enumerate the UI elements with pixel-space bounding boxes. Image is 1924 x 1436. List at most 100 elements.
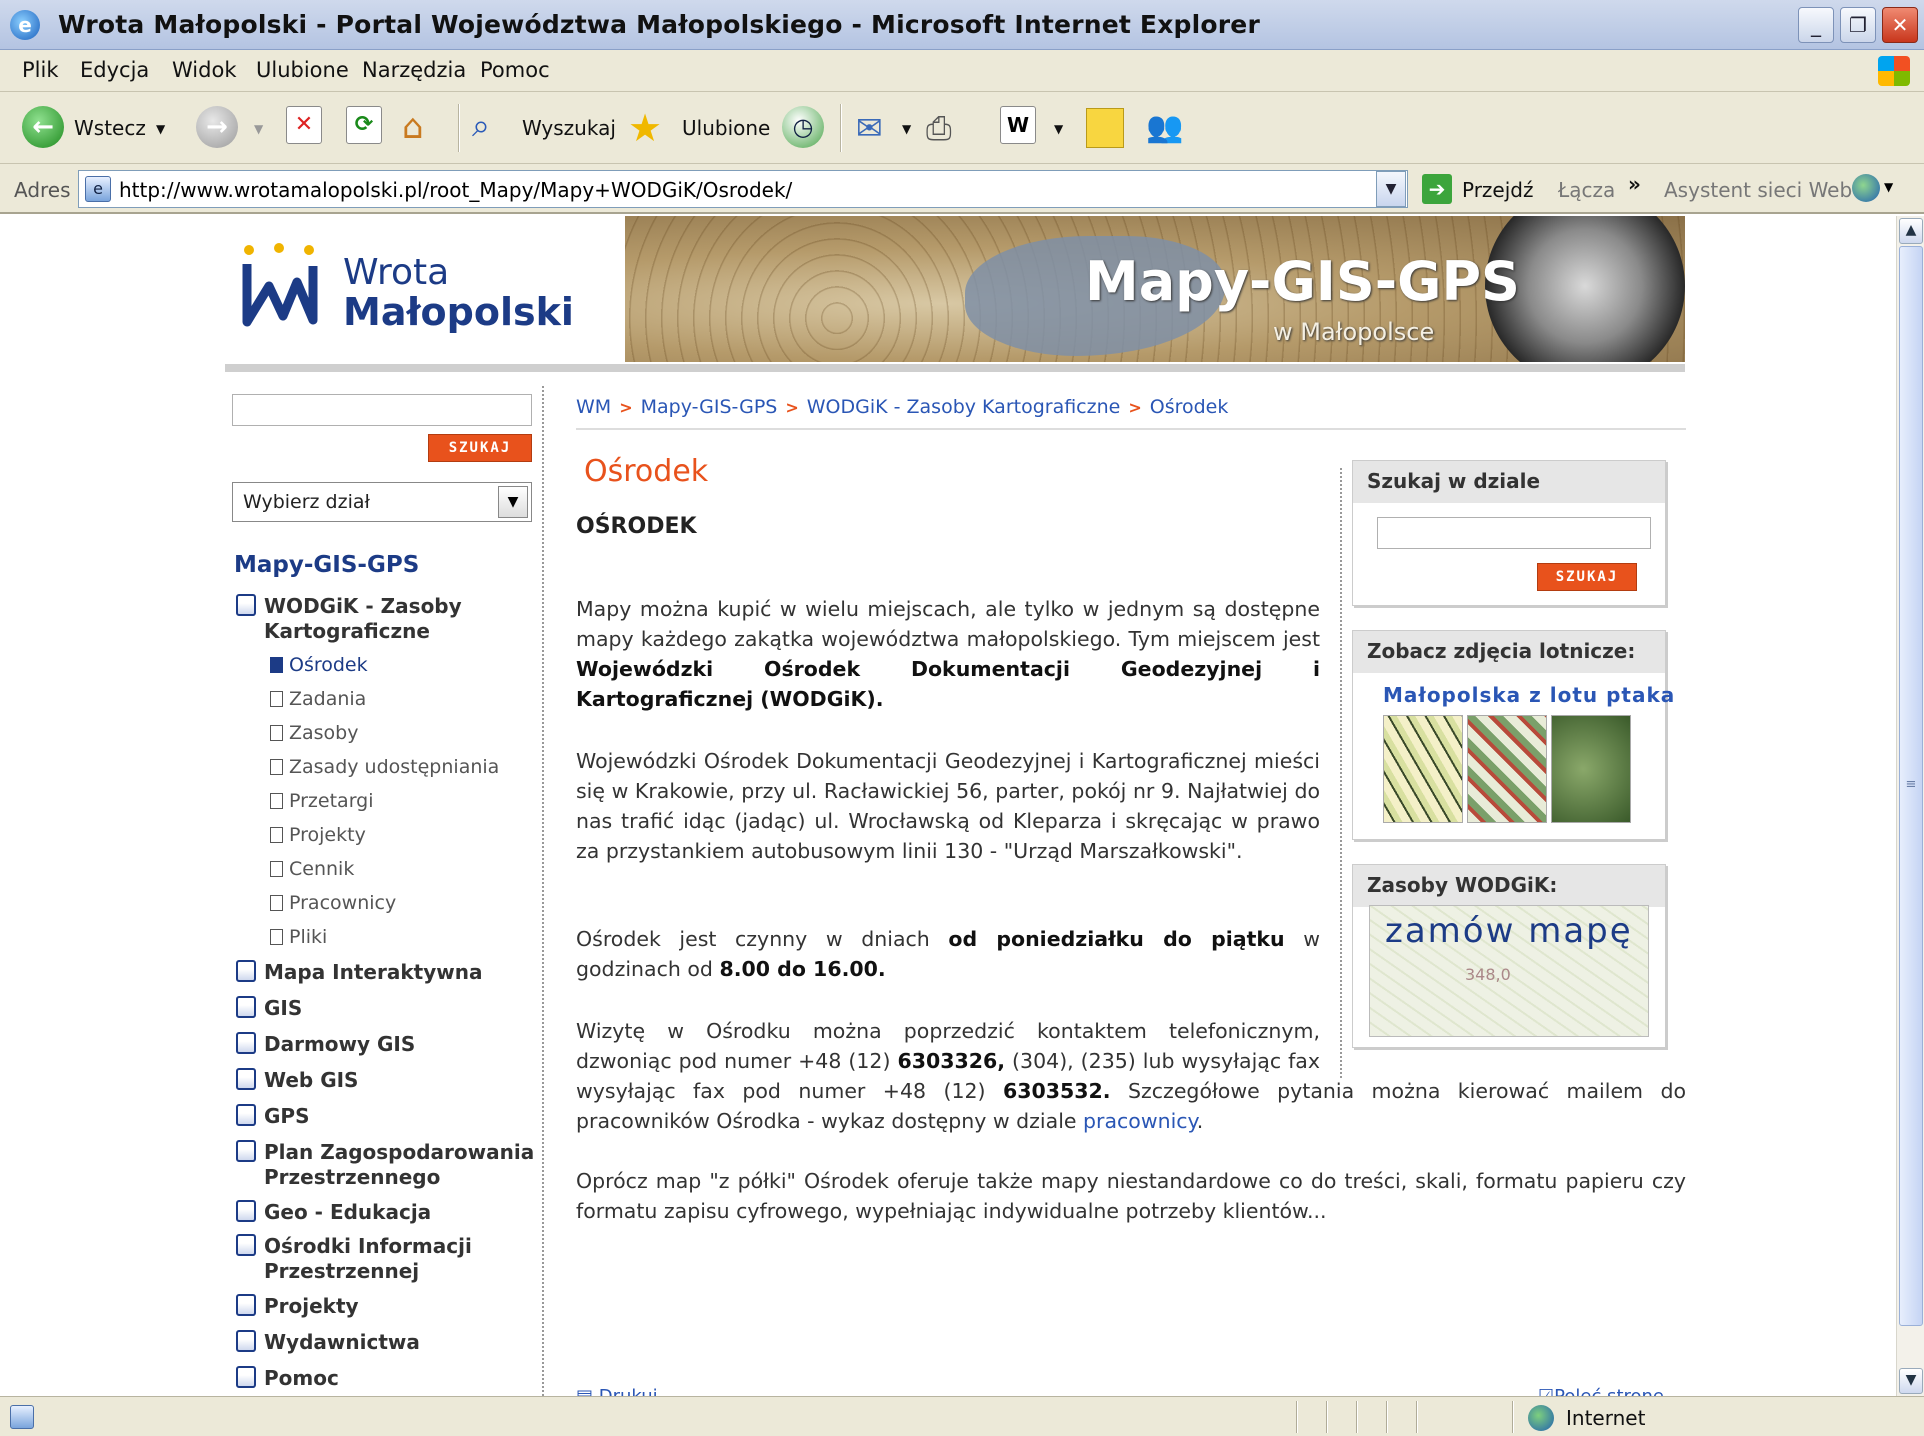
nav-item-osrodki-informacji[interactable]: Ośrodki Informacji Przestrzennej: [236, 1234, 472, 1284]
nav-item-web-gis[interactable]: Web GIS: [236, 1068, 358, 1093]
sub-label: Projekty: [289, 824, 366, 846]
print-icon[interactable]: ⎙: [926, 106, 968, 150]
order-map-link[interactable]: zamów mapę: [1385, 911, 1633, 951]
menu-narzedzia[interactable]: Narzędzia: [362, 58, 466, 82]
logo-line-1: Wrota: [343, 252, 450, 293]
menu-plik[interactable]: Plik: [22, 58, 59, 82]
nav-item-darmowy-gis[interactable]: Darmowy GIS: [236, 1032, 415, 1057]
aerial-photo-town[interactable]: [1467, 715, 1547, 823]
globe-icon[interactable]: [1852, 174, 1880, 202]
stop-icon[interactable]: ✕: [286, 106, 322, 144]
section-search-input[interactable]: [1377, 517, 1651, 549]
print-link[interactable]: ▤ Drukuj: [576, 1386, 658, 1396]
aerial-photo-satellite[interactable]: [1551, 715, 1631, 823]
section-search-button[interactable]: SZUKAJ: [1537, 563, 1637, 591]
sub-item-pliki[interactable]: Pliki: [270, 926, 327, 948]
restore-button[interactable]: ❐: [1840, 7, 1876, 43]
p4-bold-phone: 6303326,: [897, 1049, 1006, 1073]
breadcrumb-wodgik[interactable]: WODGiK - Zasoby Kartograficzne: [807, 396, 1121, 418]
sub-item-zasoby[interactable]: Zasoby: [270, 722, 359, 744]
minimize-button[interactable]: _: [1798, 7, 1834, 43]
nav-item-gps[interactable]: GPS: [236, 1104, 309, 1129]
menu-pomoc[interactable]: Pomoc: [480, 58, 550, 82]
breadcrumb: WM > Mapy-GIS-GPS > WODGiK - Zasoby Kartogra…: [576, 396, 1228, 418]
menu-widok[interactable]: Widok: [172, 58, 236, 82]
back-arrow-icon[interactable]: ←: [22, 106, 64, 148]
nav-item-wodgik[interactable]: WODGiK - Zasoby Kartograficzne: [236, 594, 462, 644]
back-button-label[interactable]: Wstecz: [74, 116, 146, 140]
links-chevron-icon[interactable]: »: [1628, 172, 1641, 196]
assistant-dropdown-icon[interactable]: ▼: [1884, 180, 1893, 194]
print-page-icon: ▤: [576, 1386, 599, 1396]
history-icon[interactable]: ◷: [782, 106, 824, 148]
vertical-scrollbar[interactable]: ▲ ≡ ▼: [1896, 216, 1924, 1396]
chevron-down-icon[interactable]: ▼: [498, 486, 528, 518]
refresh-icon[interactable]: ⟳: [346, 106, 382, 144]
site-search-button[interactable]: SZUKAJ: [428, 434, 532, 462]
sub-item-przetargi[interactable]: Przetargi: [270, 790, 374, 812]
address-url[interactable]: http://www.wrotamalopolski.pl/root_Mapy/…: [119, 178, 792, 202]
sub-item-pracownicy[interactable]: Pracownicy: [270, 892, 396, 914]
discuss-note-icon[interactable]: [1086, 108, 1124, 148]
search-button-label[interactable]: Wyszukaj: [522, 116, 616, 140]
banner-divider: [225, 364, 1685, 372]
favorites-button-label[interactable]: Ulubione: [682, 116, 770, 140]
messenger-icon[interactable]: 👥: [1146, 106, 1190, 150]
nav-item-geo-edukacja[interactable]: Geo - Edukacja: [236, 1200, 431, 1225]
address-bar: Adres e http://www.wrotamalopolski.pl/ro…: [0, 164, 1924, 214]
sub-item-zasady[interactable]: Zasady udostępniania: [270, 756, 499, 778]
scroll-thumb[interactable]: ≡: [1899, 246, 1923, 1326]
site-search-input[interactable]: [232, 394, 532, 426]
breadcrumb-mapy[interactable]: Mapy-GIS-GPS: [641, 396, 778, 418]
favorites-star-icon[interactable]: ★: [628, 106, 672, 150]
breadcrumb-wm[interactable]: WM: [576, 396, 611, 418]
home-icon[interactable]: ⌂: [402, 106, 444, 148]
aerial-photos-link[interactable]: Małopolska z lotu ptaka: [1383, 683, 1675, 707]
sub-item-projekty[interactable]: Projekty: [270, 824, 366, 846]
nav-item-gis[interactable]: GIS: [236, 996, 302, 1021]
nav-item-pomoc[interactable]: Pomoc: [236, 1366, 339, 1391]
print-label: Drukuj: [599, 1386, 658, 1396]
mail-dropdown-icon[interactable]: ▼: [902, 122, 911, 136]
order-map-title: Zasoby WODGiK:: [1353, 865, 1665, 907]
address-input[interactable]: e http://www.wrotamalopolski.pl/root_Map…: [78, 170, 1408, 208]
ie-logo-icon: e: [10, 10, 40, 40]
recommend-link[interactable]: ☑Poleć stronę: [1538, 1386, 1664, 1396]
links-label[interactable]: Łącza: [1558, 178, 1615, 202]
nav-item-projekty[interactable]: Projekty: [236, 1294, 359, 1319]
scroll-down-icon[interactable]: ▼: [1899, 1368, 1923, 1394]
sub-item-cennik[interactable]: Cennik: [270, 858, 354, 880]
nav-item-wydawnictwa[interactable]: Wydawnictwa: [236, 1330, 420, 1355]
page-icon: [270, 895, 283, 911]
web-assistant-label[interactable]: Asystent sieci Web: [1664, 178, 1852, 202]
close-button[interactable]: ✕: [1882, 7, 1918, 43]
nav-label: GPS: [264, 1104, 310, 1128]
sub-item-zadania[interactable]: Zadania: [270, 688, 366, 710]
page-icon: [270, 793, 283, 809]
menu-ulubione[interactable]: Ulubione: [256, 58, 349, 82]
forward-dropdown-icon[interactable]: ▼: [254, 122, 263, 136]
edit-word-icon[interactable]: W: [1000, 106, 1036, 144]
breadcrumb-osrodek[interactable]: Ośrodek: [1150, 396, 1229, 418]
sub-item-osrodek[interactable]: Ośrodek: [270, 654, 368, 676]
page-icon: [270, 759, 283, 775]
nav-item-mapa-interaktywna[interactable]: Mapa Interaktywna: [236, 960, 482, 985]
address-dropdown-icon[interactable]: ▼: [1376, 171, 1406, 207]
section-select[interactable]: Wybierz dział ▼: [232, 482, 532, 522]
nav-item-plan-zagospodarowania[interactable]: Plan Zagospodarowania Przestrzennego: [236, 1140, 534, 1190]
mail-icon[interactable]: ✉: [856, 106, 896, 150]
menu-edycja[interactable]: Edycja: [80, 58, 149, 82]
search-icon[interactable]: ⌕: [472, 106, 512, 150]
recommend-label: Poleć stronę: [1554, 1386, 1664, 1396]
go-button[interactable]: Przejdź: [1462, 178, 1533, 202]
back-dropdown-icon[interactable]: ▼: [156, 122, 165, 136]
edit-dropdown-icon[interactable]: ▼: [1054, 122, 1063, 136]
left-nav-heading[interactable]: Mapy-GIS-GPS: [234, 552, 419, 578]
forward-arrow-icon[interactable]: →: [196, 106, 238, 148]
pracownicy-link[interactable]: pracownicy: [1083, 1109, 1197, 1133]
scroll-up-icon[interactable]: ▲: [1899, 218, 1923, 244]
content-heading: OŚRODEK: [576, 514, 697, 539]
aerial-photo-map[interactable]: [1383, 715, 1463, 823]
banner-subtitle: w Małopolsce: [1273, 318, 1435, 346]
go-arrow-icon[interactable]: ➔: [1422, 174, 1452, 204]
